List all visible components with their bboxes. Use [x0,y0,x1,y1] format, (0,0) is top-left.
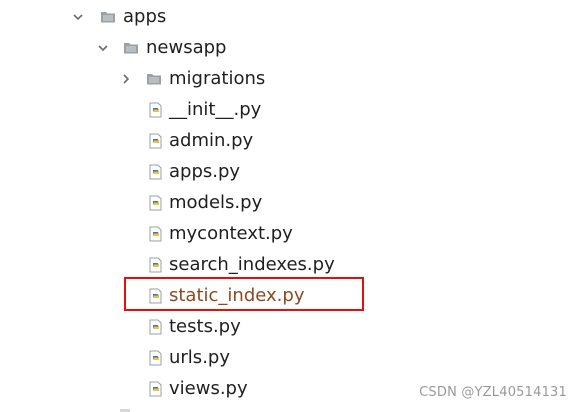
tree-folder-migrations[interactable]: migrations [0,64,560,95]
python-file-icon [148,381,164,397]
tree-label-newsapp: newsapp [146,37,227,58]
tree-label-migrations: migrations [169,68,266,89]
tree-label-file: views.py [169,378,248,399]
tree-file[interactable]: urls.py [0,343,560,374]
tree-file[interactable]: tests.py [0,312,560,343]
folder-icon [146,71,162,87]
folder-icon [123,40,139,56]
chevron-right-icon[interactable] [120,73,132,85]
python-file-icon [148,350,164,366]
tree-file[interactable]: apps.py [0,157,560,188]
python-file-icon [148,195,164,211]
tree-file[interactable]: models.py [0,188,560,219]
tree-folder-apps[interactable]: apps [0,2,560,33]
tree-label-file-modified: static_index.py [169,285,305,306]
tree-file[interactable]: mycontext.py [0,219,560,250]
python-file-icon [148,288,164,304]
tree-label-file: urls.py [169,347,230,368]
python-file-icon [148,226,164,242]
python-file-icon [148,257,164,273]
project-tree: apps newsapp migrations __init__.py admi… [0,0,581,412]
chevron-down-icon[interactable] [72,11,84,23]
tree-label-file: models.py [169,192,263,213]
tree-label-file: __init__.py [169,99,262,120]
tree-folder-newsapp[interactable]: newsapp [0,33,560,64]
tree-file-static-index[interactable]: static_index.py [0,281,560,312]
tree-label-apps: apps [123,6,167,27]
watermark: CSDN @YZL40514131 [419,385,567,400]
tree-label-file: tests.py [169,316,241,337]
python-file-icon [148,102,164,118]
python-file-icon [148,319,164,335]
tree-file[interactable]: __init__.py [0,95,560,126]
tree-label-file: admin.py [169,130,254,151]
chevron-down-icon[interactable] [97,42,109,54]
python-file-icon [148,133,164,149]
tree-file[interactable]: admin.py [0,126,560,157]
python-file-icon [148,164,164,180]
tree-label-file: apps.py [169,161,241,182]
tree-label-file: mycontext.py [169,223,293,244]
folder-icon [100,9,116,25]
tree-label-file: search_indexes.py [169,254,335,275]
tree-file[interactable]: search_indexes.py [0,250,560,281]
